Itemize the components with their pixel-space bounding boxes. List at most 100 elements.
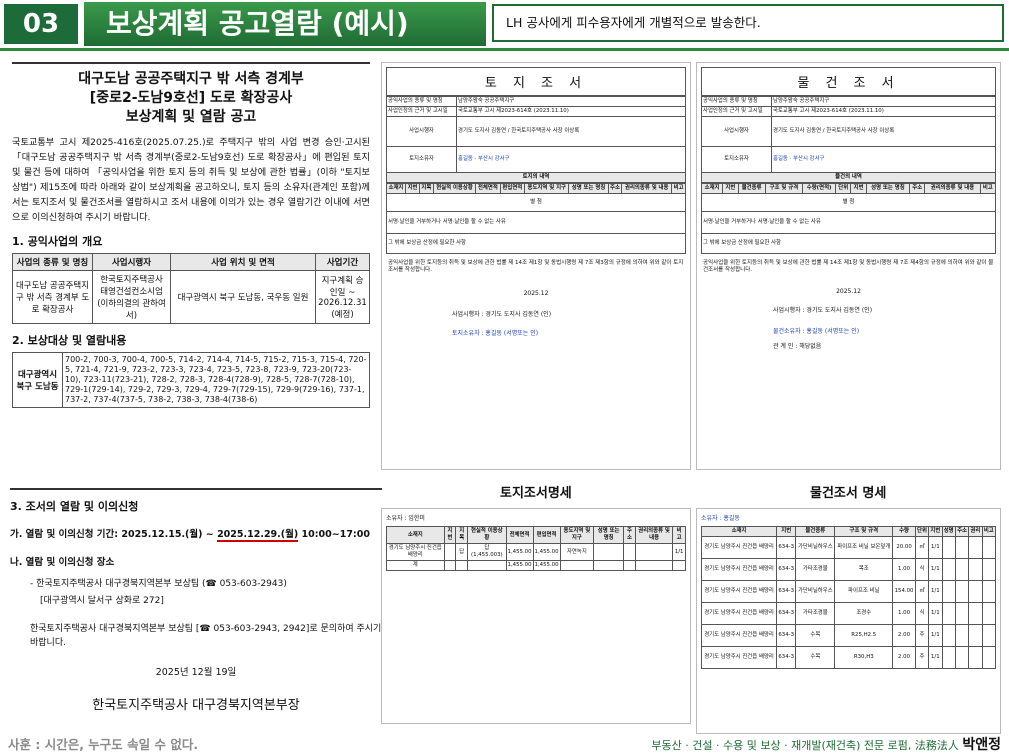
owner: 토지소유자 : 홍길동 (서명또는 인) (452, 330, 539, 337)
owner: 물건소유자 : 홍길동 (서명또는 인) (773, 328, 860, 335)
place-heading: 나. 열람 및 이의신청 장소 (10, 557, 115, 568)
col-header: 물건종류 (737, 183, 766, 194)
ann-title-3: 보상계획 및 열람 공고 (125, 109, 257, 125)
table-cell: 계 (386, 560, 445, 571)
table-row: 경기도 남양주시 진건읍 배양리 634-3 가단비닐하우스 파이프조 비닐 보온덮개… (700, 536, 997, 559)
col-header: 지번 (405, 183, 420, 194)
col-header: 성명 (941, 526, 956, 537)
table-cell (593, 543, 625, 561)
col-header: 소재지 (700, 526, 778, 537)
col-header: 소재지 (700, 183, 724, 194)
table-cell: 수목 (795, 624, 836, 647)
subheading: 토지의 내역 (386, 172, 686, 183)
label: 토지소유자 (701, 146, 772, 173)
table-cell: 700-2, 700-3, 700-4, 700-5, 714-2, 714-4… (62, 352, 370, 408)
ann-title-2: [중로2-도남9호선] 도로 확장공사 (89, 90, 293, 106)
empty-cell (968, 624, 983, 647)
col-header: 소재지 (386, 526, 445, 544)
table-cell: 가타조경물 (795, 602, 836, 625)
table-cell: R25,H2.5 (834, 624, 894, 647)
table-cell: 답 (455, 543, 469, 561)
signer: 사업시행자 : 경기도 도지사 김동연 (인) (452, 311, 552, 318)
reason: 서명·날인을 거부하거나 서명·날인을 할 수 없는 사유 (701, 211, 996, 234)
col-header: 주소 (909, 183, 926, 194)
col-header: 비고 (981, 526, 997, 537)
slide-title: 보상계획 공고열람 (예시) (84, 2, 486, 46)
period-time: 10:00~17:00 (298, 529, 370, 540)
empty-cell (981, 602, 997, 625)
label: 사업시행자 (386, 116, 457, 147)
table-cell: 대구도남 공공주택지구 밖 서측 경계부 도로 확장공사 (12, 270, 93, 324)
col-header: 성명 또는 명칭 (568, 183, 609, 194)
empty-cell (968, 602, 983, 625)
slide-description: LH 공사에게 피수용자에게 개별적으로 발송한다. (492, 4, 1004, 42)
value: 국토교통부 고시 제2023-614호 (2023.11.10) (771, 106, 996, 117)
slide-number: 03 (4, 4, 78, 44)
notice-panel: 3. 조서의 열람 및 이의신청 가. 열람 및 이의신청 기간: 2025.1… (10, 488, 382, 724)
doc-date: 2025.12 (523, 290, 549, 297)
empty-cell (941, 536, 956, 559)
col-header: 비고 (672, 526, 686, 544)
col-header: 용도지역 및 지구 (559, 526, 595, 544)
owner-name: 홍길동 (773, 156, 788, 162)
col-header: 사업의 종류 및 명칭 (12, 253, 93, 271)
col-header: 권리 (968, 526, 983, 537)
col-header: 성명 또는 명칭 (593, 526, 625, 544)
place-2: [대구광역시 달서구 상화로 272] (40, 596, 164, 606)
col-header: 편입면적 (499, 183, 526, 194)
table-cell: 식 (914, 602, 930, 625)
table-cell: 대구광역시 북구 도남동, 국우동 일원 (170, 270, 316, 324)
col-header: 권리의종류 및 내용 (621, 183, 673, 194)
col-header: 지번 (722, 183, 739, 194)
other: 그 밖에 보상금 산정에 필요한 사항 (701, 233, 996, 254)
col-header: 소재지 (385, 183, 407, 194)
owner-address: 부산시 강서구 (478, 156, 510, 162)
table-cell (623, 560, 636, 571)
table-cell: 1,455.00 (505, 560, 534, 571)
attached: 별 첨 (386, 193, 686, 212)
table-cell: 경기도 남양주시 진건읍 배양리 (700, 602, 778, 625)
table-cell: 경기도 남양주시 진건읍 배양리 (700, 624, 778, 647)
empty-cell (981, 558, 997, 581)
contact: 한국토지주택공사 대구경북지역본부 보상팀 [☎ 053-603-2943, 2… (30, 624, 382, 648)
value: 국토교통부 고시 제2023-614호 (2023.11.10) (456, 106, 686, 117)
table-cell (467, 560, 507, 571)
object-detail-panel: 소유자 : 홍길동 소재지 지번 물건종류 구조 및 규격 수량 단위 지번 성명 주소 권리 비고… (696, 508, 1001, 734)
doc-title: 물 건 조 서 (701, 67, 996, 96)
table-cell: 1.00 (892, 602, 916, 625)
col-header: 전체면적 (475, 183, 501, 194)
table-cell: 1/1 (928, 558, 943, 581)
table-cell (559, 560, 595, 571)
land-detail-table: 소재지 지번 지목 현실적 이용상황 전체면적 편입면적 용도지역 및 지구 성명 또는 명칭… (386, 526, 686, 571)
col-header: 성명 또는 명칭 (865, 183, 911, 194)
empty-cell (968, 646, 983, 669)
col-header: 지목 (418, 183, 434, 194)
col-header: 현실적 이용상황 (432, 183, 477, 194)
table-cell: 1,455.00 (505, 543, 534, 561)
value: 경기도 도지사 김동연 / 한국토지주택공사 사장 이상록 (771, 116, 996, 147)
empty-cell (954, 536, 970, 559)
label: 공익사업의 종류 및 명칭 (701, 96, 772, 107)
empty-cell (968, 558, 983, 581)
col-header: 지번 (443, 526, 457, 544)
value: 남양주왕숙 공공주택지구 (771, 96, 996, 107)
announcement-panel: 대구도남 공공주택지구 밖 서측 경계부 [중로2-도남9호선] 도로 확장공사… (12, 62, 370, 474)
table-cell: 634-3 (776, 624, 797, 647)
col-header: 구조 및 규격 (834, 526, 894, 537)
attached: 별 첨 (701, 193, 996, 212)
table-cell: 수목 (795, 646, 836, 669)
table-row: 경기도 남양주시 진건읍 배양리 634-3 가단비닐하우스 파이프조 비닐 154.0… (700, 580, 997, 603)
table-cell: 1/1 (672, 543, 686, 561)
table-row: 경기도 남양주시 진건읍 배양리 634-3 수목 R25,H2.5 2.00 주 1/1 (700, 624, 997, 647)
table-cell: 목조 (834, 558, 894, 581)
land-survey-form: 토 지 조 서 공익사업의 종류 및 명칭 남양주왕숙 공공주택지구 사업인정의 … (381, 62, 691, 470)
target-table: 대구광역시 북구 도남동 700-2, 700-3, 700-4, 700-5,… (12, 352, 370, 408)
owner-address: 부산시 강서구 (793, 156, 825, 162)
empty-cell (941, 558, 956, 581)
table-cell: 1,455.00 (532, 543, 561, 561)
table-cell: 경기도 남양주시 진건읍 배양리 (700, 580, 778, 603)
table-cell (634, 543, 674, 561)
table-cell: 1.00 (892, 558, 916, 581)
table-cell: 634-3 (776, 602, 797, 625)
table-cell: 파이프조 비닐 보온덮개 (834, 536, 894, 559)
